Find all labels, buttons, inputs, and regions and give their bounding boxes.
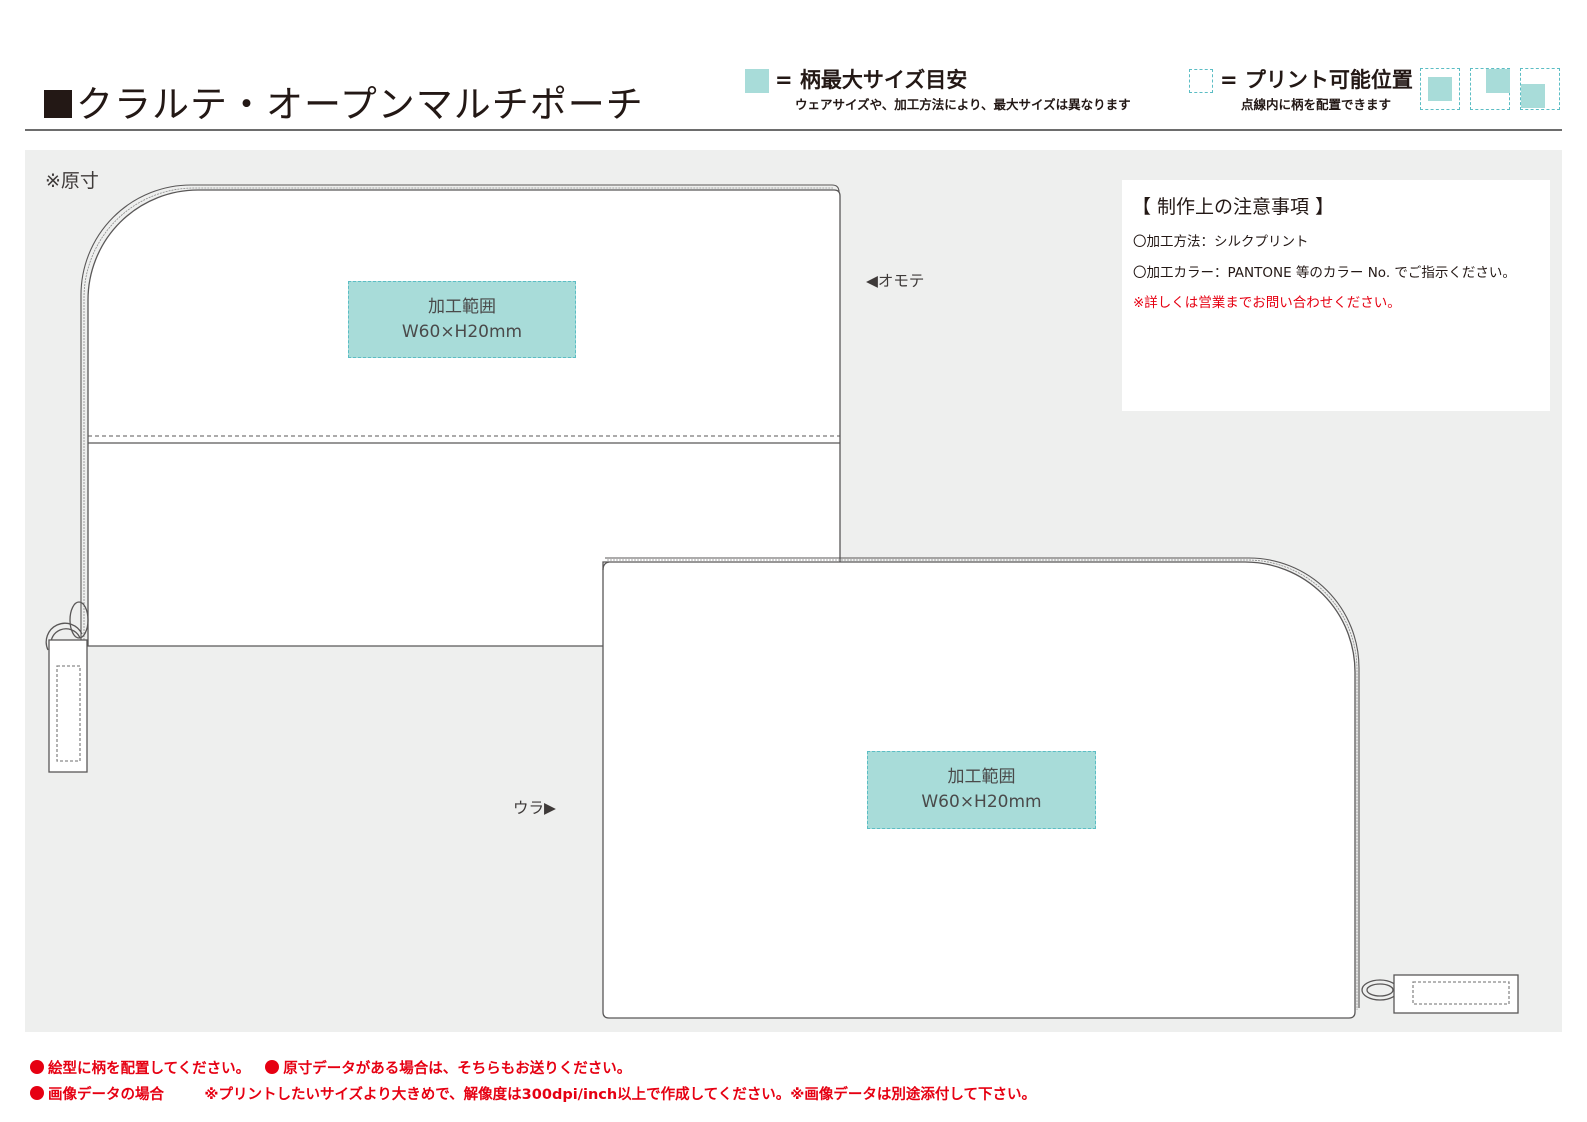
note-contact: ※詳しくは営業までお問い合わせください。 (1133, 295, 1401, 311)
front-side-label: ◀オモテ (866, 272, 925, 290)
bullet-icon (30, 1060, 44, 1074)
notes-title: 【 制作上の注意事項 】 (1132, 196, 1335, 218)
note-method: 〇加工方法：シルクプリント (1133, 234, 1309, 250)
production-notes: 【 制作上の注意事項 】 〇加工方法：シルクプリント 〇加工カラー：PANTON… (1122, 180, 1550, 411)
front-print-area-title: 加工範囲 (428, 296, 496, 317)
note-color: 〇加工カラー：PANTONE 等のカラー No. でご指示ください。 (1133, 265, 1516, 281)
front-print-area[interactable]: 加工範囲 W60×H20mm (348, 281, 576, 358)
back-print-area[interactable]: 加工範囲 W60×H20mm (867, 751, 1096, 829)
back-zipper-pull (1361, 974, 1519, 1014)
back-print-area-size: W60×H20mm (921, 792, 1042, 812)
back-side-label: ウラ▶ (513, 799, 556, 817)
front-zipper-pull (45, 601, 89, 773)
footer-line-2: 画像データの場合 ※プリントしたいサイズより大きめで、解像度は300dpi/in… (30, 1083, 1036, 1104)
footer-line-1: 絵型に柄を配置してください。 原寸データがある場合は、そちらもお送りください。 (30, 1057, 631, 1078)
front-print-area-size: W60×H20mm (401, 321, 523, 342)
bullet-icon (265, 1060, 280, 1074)
bullet-icon (30, 1086, 44, 1100)
pouch-drawings (45, 184, 1519, 1019)
back-print-area-title: 加工範囲 (947, 767, 1016, 787)
